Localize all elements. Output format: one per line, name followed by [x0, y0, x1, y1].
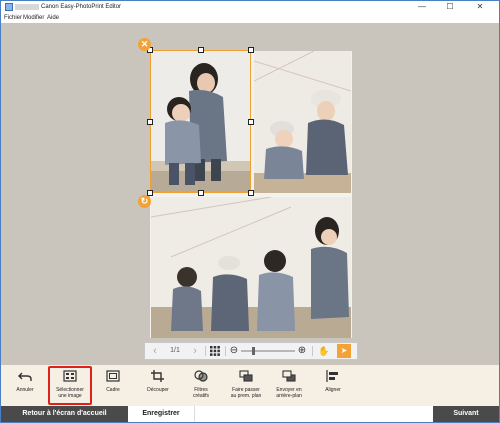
menu-bar: Fichier Modifier Aide — [1, 13, 499, 23]
resize-handle-top[interactable] — [198, 47, 204, 53]
grid-view-icon[interactable] — [208, 343, 222, 359]
resize-handle-bottom-right[interactable] — [248, 190, 254, 196]
divider — [312, 346, 313, 356]
undo-button[interactable]: Annuler — [7, 365, 43, 406]
back-to-home-button[interactable]: Retour à l'écran d'accueil — [1, 406, 128, 422]
creative-filters-icon — [194, 370, 208, 382]
creative-filters-label: Filtres créatifs — [192, 387, 210, 399]
select-image-highlight — [48, 366, 92, 405]
select-tool-icon[interactable]: ➤ — [337, 344, 351, 358]
crop-label: Découper — [147, 387, 169, 393]
frame-button[interactable]: Cadre — [95, 365, 131, 406]
close-button[interactable]: ✕ — [469, 1, 491, 13]
page-nav-toolbar: ‹ 1/1 › ⊖ ⊕ ✋ ➤ — [144, 342, 358, 360]
maximize-button[interactable]: ☐ — [439, 1, 461, 13]
selection-frame[interactable] — [150, 50, 251, 193]
delete-selection-button[interactable]: ✕ — [138, 38, 151, 51]
zoom-slider-thumb[interactable] — [252, 347, 255, 355]
crop-button[interactable]: Découper — [138, 365, 178, 406]
send-to-back-button[interactable]: Envoyer en arrière-plan — [269, 365, 309, 406]
photo-2-image — [254, 51, 351, 193]
resize-handle-bottom[interactable] — [198, 190, 204, 196]
undo-icon — [18, 372, 32, 381]
next-button[interactable]: Suivant — [433, 406, 499, 422]
menu-aide[interactable]: Aide — [47, 13, 59, 23]
bring-to-front-button[interactable]: Faire passer au prem. plan — [225, 365, 267, 406]
divider — [225, 346, 226, 356]
send-to-back-label: Envoyer en arrière-plan — [276, 387, 302, 399]
prev-page-button[interactable]: ‹ — [148, 343, 162, 359]
frame-label: Cadre — [106, 387, 120, 393]
creative-filters-button[interactable]: Filtres créatifs — [183, 365, 219, 406]
photo-slot-2[interactable] — [254, 51, 351, 193]
bottom-bar: Retour à l'écran d'accueil Enregistrer S… — [1, 406, 499, 422]
title-redacted — [15, 4, 39, 10]
zoom-slider[interactable] — [241, 347, 295, 355]
resize-handle-top-right[interactable] — [248, 47, 254, 53]
app-icon — [5, 3, 13, 11]
align-icon — [326, 370, 338, 382]
resize-handle-left[interactable] — [147, 119, 153, 125]
rotate-handle-icon[interactable]: ↻ — [138, 195, 151, 208]
menu-fichier[interactable]: Fichier — [4, 13, 22, 23]
send-to-back-icon — [282, 370, 296, 382]
undo-label: Annuler — [16, 387, 34, 393]
resize-handle-right[interactable] — [248, 119, 254, 125]
window-title: Canon Easy-PhotoPrint Editor — [41, 4, 122, 10]
zoom-in-icon[interactable]: ⊕ — [296, 343, 308, 359]
divider — [205, 346, 206, 356]
app-window: Canon Easy-PhotoPrint Editor — ☐ ✕ Fichi… — [0, 0, 500, 423]
next-page-button[interactable]: › — [188, 343, 202, 359]
bring-to-front-icon — [239, 370, 253, 382]
hand-tool-icon[interactable]: ✋ — [317, 343, 331, 359]
zoom-out-icon[interactable]: ⊖ — [228, 343, 240, 359]
menu-modifier[interactable]: Modifier — [23, 13, 44, 23]
frame-icon — [106, 370, 120, 382]
page-indicator: 1/1 — [170, 347, 180, 354]
save-button[interactable]: Enregistrer — [128, 406, 195, 422]
align-label: Aligner — [325, 387, 341, 393]
crop-icon — [151, 370, 164, 382]
photo-3-image — [151, 197, 351, 338]
title-bar: Canon Easy-PhotoPrint Editor — ☐ ✕ — [1, 1, 499, 13]
photo-slot-3[interactable] — [151, 197, 351, 338]
bring-to-front-label: Faire passer au prem. plan — [230, 387, 262, 399]
align-button[interactable]: Aligner — [315, 365, 351, 406]
minimize-button[interactable]: — — [411, 1, 433, 13]
